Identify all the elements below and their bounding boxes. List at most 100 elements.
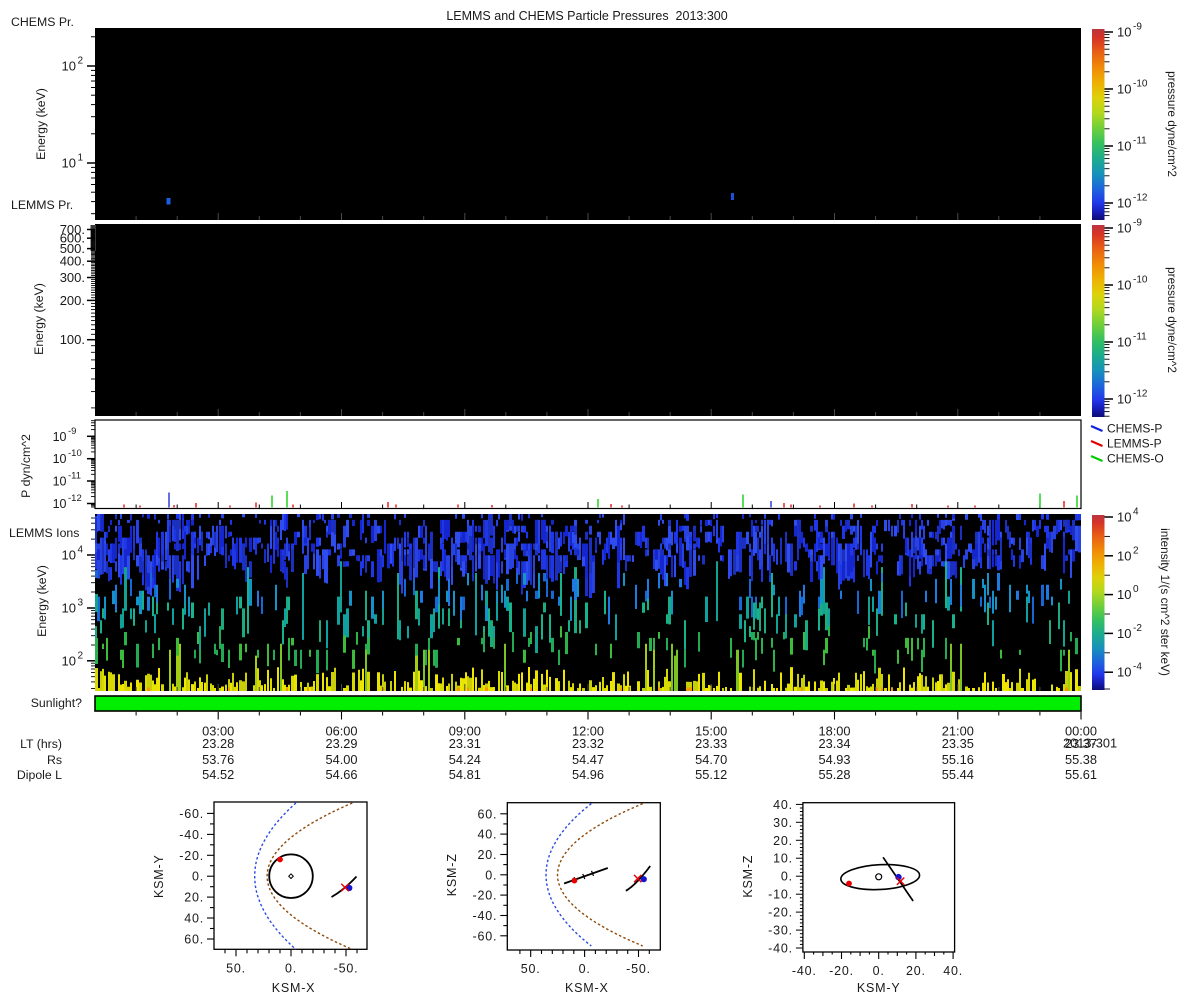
svg-text:40.: 40. xyxy=(943,964,963,978)
svg-text:40.: 40. xyxy=(773,798,793,812)
svg-text:KSM-X: KSM-X xyxy=(272,981,316,995)
svg-text:10: 10 xyxy=(53,452,67,466)
svg-text:54.96: 54.96 xyxy=(572,767,604,782)
svg-text:10: 10 xyxy=(1117,626,1131,641)
svg-text:10: 10 xyxy=(62,601,76,616)
svg-text:2013-301: 2013-301 xyxy=(1063,736,1117,751)
svg-text:-12: -12 xyxy=(1133,193,1148,204)
svg-text:10: 10 xyxy=(62,548,76,563)
svg-text:23.29: 23.29 xyxy=(325,736,357,751)
svg-text:400.: 400. xyxy=(60,254,85,269)
svg-text:10: 10 xyxy=(1117,278,1131,293)
svg-text:0.: 0. xyxy=(192,870,204,884)
svg-text:23.31: 23.31 xyxy=(449,736,481,751)
svg-text:54.47: 54.47 xyxy=(572,752,604,767)
svg-text:54.00: 54.00 xyxy=(325,752,357,767)
svg-text:20.: 20. xyxy=(184,891,204,905)
svg-text:10: 10 xyxy=(1117,392,1131,407)
svg-text:55.28: 55.28 xyxy=(818,767,850,782)
svg-text:-40.: -40. xyxy=(179,828,204,842)
svg-text:Energy (keV): Energy (keV) xyxy=(34,88,48,160)
svg-text:10: 10 xyxy=(1117,665,1131,680)
svg-text:10: 10 xyxy=(53,497,67,511)
svg-text:10: 10 xyxy=(1117,510,1131,525)
svg-text:LEMMS-P: LEMMS-P xyxy=(1107,437,1162,451)
svg-text:-20.: -20. xyxy=(829,964,854,978)
svg-text:-50.: -50. xyxy=(334,961,359,975)
svg-text:54.24: 54.24 xyxy=(449,752,481,767)
svg-text:-20.: -20. xyxy=(473,889,498,903)
svg-text:Sunlight?: Sunlight? xyxy=(31,696,82,710)
svg-text:Energy (keV): Energy (keV) xyxy=(35,565,49,637)
svg-text:55.16: 55.16 xyxy=(942,752,974,767)
svg-text:KSM-Y: KSM-Y xyxy=(857,981,901,995)
svg-text:2: 2 xyxy=(78,650,84,661)
svg-text:10: 10 xyxy=(1117,548,1131,563)
svg-text:-11: -11 xyxy=(1133,136,1147,147)
svg-text:-40.: -40. xyxy=(768,942,793,956)
svg-text:-4: -4 xyxy=(1133,662,1142,673)
svg-text:40.: 40. xyxy=(478,828,498,842)
svg-text:300.: 300. xyxy=(60,270,85,285)
svg-text:10: 10 xyxy=(53,475,67,489)
svg-text:KSM-Y: KSM-Y xyxy=(152,854,166,898)
svg-text:10: 10 xyxy=(1117,82,1131,97)
svg-text:-10: -10 xyxy=(68,448,82,459)
svg-text:54.66: 54.66 xyxy=(325,767,357,782)
svg-text:100.: 100. xyxy=(60,332,85,347)
svg-text:Dipole L: Dipole L xyxy=(17,768,62,782)
svg-text:-60.: -60. xyxy=(473,929,498,943)
svg-text:10: 10 xyxy=(62,653,76,668)
svg-text:-9: -9 xyxy=(1133,218,1142,229)
svg-text:50.: 50. xyxy=(521,962,541,976)
svg-text:0: 0 xyxy=(1133,584,1139,595)
svg-text:20.: 20. xyxy=(906,964,926,978)
svg-text:2: 2 xyxy=(1133,545,1139,556)
svg-text:10: 10 xyxy=(53,430,67,444)
svg-text:55.12: 55.12 xyxy=(695,767,727,782)
svg-text:55.44: 55.44 xyxy=(942,767,974,782)
svg-text:50.: 50. xyxy=(226,961,246,975)
svg-text:10: 10 xyxy=(1117,221,1131,236)
svg-text:2: 2 xyxy=(78,56,84,67)
svg-text:-10: -10 xyxy=(1133,275,1148,286)
svg-text:10: 10 xyxy=(1117,25,1131,40)
svg-text:-40.: -40. xyxy=(792,964,817,978)
svg-text:200.: 200. xyxy=(60,293,85,308)
svg-text:KSM-Z: KSM-Z xyxy=(445,853,459,896)
svg-text:55.38: 55.38 xyxy=(1065,752,1097,767)
svg-text:4: 4 xyxy=(1133,507,1139,518)
svg-text:-11: -11 xyxy=(68,471,81,482)
svg-text:55.61: 55.61 xyxy=(1065,767,1097,782)
svg-text:-12: -12 xyxy=(1133,389,1148,400)
svg-text:CHEMS-P: CHEMS-P xyxy=(1107,422,1162,436)
svg-text:-60.: -60. xyxy=(179,807,204,821)
svg-text:KSM-Z: KSM-Z xyxy=(741,855,755,898)
svg-text:-2: -2 xyxy=(1133,623,1142,634)
svg-text:pressure dyne/cm^2: pressure dyne/cm^2 xyxy=(1165,267,1179,373)
svg-text:23.34: 23.34 xyxy=(818,736,850,751)
svg-text:-9: -9 xyxy=(1133,22,1142,33)
svg-text:54.81: 54.81 xyxy=(449,767,481,782)
svg-text:20.: 20. xyxy=(478,848,498,862)
svg-text:CHEMS Pr.: CHEMS Pr. xyxy=(11,15,74,29)
svg-text:pressure dyne/cm^2: pressure dyne/cm^2 xyxy=(1165,71,1179,177)
svg-text:0.: 0. xyxy=(285,961,297,975)
svg-text:-50.: -50. xyxy=(626,962,651,976)
svg-text:10: 10 xyxy=(1117,335,1131,350)
svg-text:Rs: Rs xyxy=(47,753,62,767)
svg-text:0.: 0. xyxy=(873,964,885,978)
svg-text:23.28: 23.28 xyxy=(202,736,234,751)
svg-text:30.: 30. xyxy=(773,816,793,830)
svg-text:LT (hrs): LT (hrs) xyxy=(20,737,62,751)
svg-text:10: 10 xyxy=(62,156,76,171)
svg-text:60.: 60. xyxy=(184,933,204,947)
svg-text:-10.: -10. xyxy=(768,888,793,902)
svg-text:4: 4 xyxy=(78,545,84,556)
svg-text:-9: -9 xyxy=(68,426,76,437)
svg-text:10: 10 xyxy=(1117,196,1131,211)
svg-text:3: 3 xyxy=(78,598,84,609)
svg-text:-10: -10 xyxy=(1133,79,1148,90)
svg-text:KSM-X: KSM-X xyxy=(565,981,609,995)
svg-text:-12: -12 xyxy=(68,493,82,504)
